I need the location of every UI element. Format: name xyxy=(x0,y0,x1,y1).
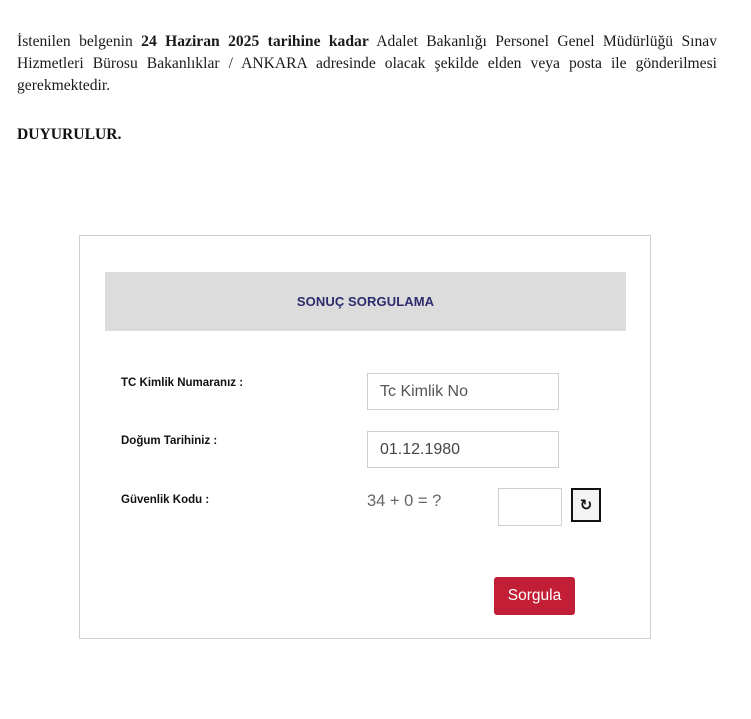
birth-date-input[interactable] xyxy=(380,440,546,459)
deadline-text: 24 Haziran 2025 tarihine kadar xyxy=(141,33,369,50)
security-code-label: Güvenlik Kodu : xyxy=(121,494,210,506)
captcha-question: 34 + 0 = ? xyxy=(367,492,442,510)
submit-button[interactable]: Sorgula xyxy=(494,577,575,615)
notice-paragraph: İstenilen belgenin 24 Haziran 2025 tarih… xyxy=(17,31,717,97)
tc-label: TC Kimlik Numaranız : xyxy=(121,377,244,389)
captcha-input[interactable] xyxy=(499,489,565,527)
birth-date-field-box[interactable] xyxy=(367,431,559,468)
refresh-icon: ↻ xyxy=(579,496,593,514)
tc-input[interactable] xyxy=(380,382,546,401)
result-query-form: SONUÇ SORGULAMA TC Kimlik Numaranız : Do… xyxy=(79,235,651,639)
announcement: DUYURULUR. xyxy=(17,126,122,143)
form-title: SONUÇ SORGULAMA xyxy=(105,272,626,331)
refresh-captcha-button[interactable]: ↻ xyxy=(571,488,601,522)
captcha-input-box[interactable] xyxy=(498,488,565,527)
birth-date-label: Doğum Tarihiniz : xyxy=(121,435,218,447)
notice-text-start: İstenilen belgenin xyxy=(17,33,142,50)
tc-field-box[interactable] xyxy=(367,373,559,410)
